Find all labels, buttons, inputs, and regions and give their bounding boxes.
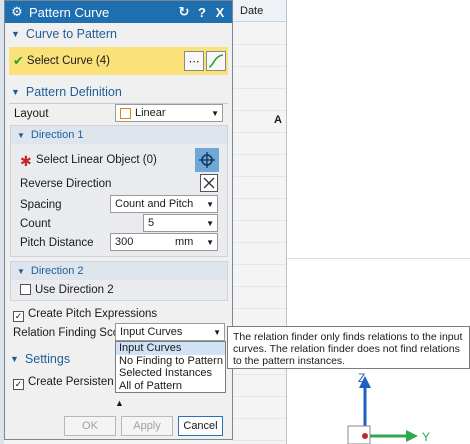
pitch-distance-label: Pitch Distance bbox=[20, 237, 94, 249]
chevron-down-icon: ▼ bbox=[206, 200, 214, 209]
spacing-label: Spacing bbox=[20, 199, 62, 211]
use-direction2-checkbox[interactable] bbox=[20, 284, 31, 298]
curve-icon[interactable] bbox=[206, 51, 226, 71]
create-persistent-checkbox[interactable]: ✓ bbox=[13, 376, 24, 390]
coordinate-triad: Z Y bbox=[347, 371, 430, 444]
checkbox-icon bbox=[20, 284, 31, 295]
use-direction2-label: Use Direction 2 bbox=[35, 284, 114, 296]
gear-icon[interactable]: ⚙ bbox=[9, 4, 25, 20]
layout-label: Layout bbox=[14, 108, 49, 120]
cancel-button[interactable]: Cancel bbox=[178, 416, 223, 436]
spacing-select[interactable]: Count and Pitch ▼ bbox=[110, 195, 218, 213]
select-curve-row[interactable]: ✔ Select Curve (4) ⋯ bbox=[9, 47, 228, 75]
dropdown-option[interactable]: Selected Instances bbox=[116, 367, 225, 380]
help-button[interactable]: ? bbox=[194, 5, 210, 20]
pattern-definition-header[interactable]: ▼ Pattern Definition bbox=[5, 81, 232, 103]
ok-button[interactable]: OK bbox=[64, 416, 116, 436]
crosshair-icon[interactable] bbox=[195, 148, 219, 172]
layout-icon bbox=[120, 107, 131, 119]
required-star-icon: ✱ bbox=[20, 153, 32, 169]
create-persistent-label: Create Persistent Rela bbox=[28, 376, 114, 388]
layout-value: Linear bbox=[135, 107, 166, 119]
reverse-direction-icon[interactable] bbox=[200, 174, 218, 192]
dropdown-option[interactable]: No Finding to Pattern bbox=[116, 355, 225, 368]
count-value: 5 bbox=[148, 217, 155, 229]
collapse-triangle-icon: ▼ bbox=[11, 87, 20, 97]
background-marker: A bbox=[274, 114, 282, 126]
create-pitch-label: Create Pitch Expressions bbox=[28, 308, 158, 320]
dialog-titlebar[interactable]: ⚙ Pattern Curve ↻ ? X bbox=[5, 1, 232, 23]
y-axis-label: Y bbox=[422, 430, 430, 444]
direction1-title: Direction 1 bbox=[30, 129, 84, 141]
dropdown-option[interactable]: All of Pattern bbox=[116, 380, 225, 393]
direction2-header[interactable]: ▼ Direction 2 bbox=[11, 262, 227, 280]
checkmark-icon: ✓ bbox=[13, 379, 24, 390]
apply-button[interactable]: Apply bbox=[121, 416, 173, 436]
collapse-up-icon[interactable]: ▲ bbox=[115, 398, 124, 408]
checkmark-icon: ✓ bbox=[13, 311, 24, 322]
y-axis-arrow bbox=[406, 430, 418, 442]
relation-scope-dropdown: Input Curves No Finding to Pattern Selec… bbox=[115, 341, 226, 393]
settings-title: Settings bbox=[24, 352, 71, 366]
layout-select[interactable]: Linear ▼ bbox=[115, 104, 223, 122]
pitch-distance-input[interactable]: 300 mm ▼ bbox=[110, 233, 218, 251]
tooltip: The relation finder only finds relations… bbox=[227, 326, 470, 369]
reverse-direction-label: Reverse Direction bbox=[20, 178, 112, 190]
origin-point bbox=[362, 433, 368, 439]
collapse-triangle-icon: ▼ bbox=[17, 130, 25, 140]
dropdown-option[interactable]: Input Curves bbox=[116, 342, 225, 355]
close-button[interactable]: X bbox=[212, 5, 228, 20]
pitch-distance-value: 300 bbox=[115, 236, 134, 248]
viewport-divider bbox=[286, 0, 287, 444]
relation-scope-select[interactable]: Input Curves ▼ bbox=[115, 323, 225, 341]
chevron-down-icon: ▼ bbox=[213, 328, 221, 337]
count-input[interactable]: 5 ▼ bbox=[143, 214, 218, 232]
direction2-title: Direction 2 bbox=[30, 265, 84, 277]
pitch-distance-unit: mm bbox=[175, 236, 194, 248]
chevron-down-icon[interactable]: ▼ bbox=[206, 219, 214, 228]
reset-button[interactable]: ↻ bbox=[176, 4, 192, 20]
checkmark-icon: ✔ bbox=[13, 53, 24, 68]
background-column-header[interactable]: Date bbox=[232, 0, 287, 22]
viewport-line bbox=[287, 258, 470, 259]
chevron-down-icon[interactable]: ▼ bbox=[206, 238, 214, 247]
dialog-title: Pattern Curve bbox=[29, 4, 110, 20]
chevron-down-icon: ▼ bbox=[211, 109, 219, 118]
create-pitch-checkbox[interactable]: ✓ bbox=[13, 308, 24, 322]
relation-scope-value: Input Curves bbox=[120, 326, 183, 338]
select-curve-label: Select Curve (4) bbox=[26, 55, 110, 67]
count-label: Count bbox=[20, 218, 51, 230]
select-linear-object-label[interactable]: Select Linear Object (0) bbox=[36, 154, 157, 166]
spacing-value: Count and Pitch bbox=[115, 198, 194, 210]
collapse-triangle-icon: ▼ bbox=[11, 29, 20, 39]
z-axis-label: Z bbox=[358, 371, 365, 385]
collapse-triangle-icon: ▼ bbox=[10, 354, 19, 364]
direction1-header[interactable]: ▼ Direction 1 bbox=[11, 126, 227, 144]
curve-to-pattern-title: Curve to Pattern bbox=[25, 27, 117, 41]
curve-to-pattern-header[interactable]: ▼ Curve to Pattern bbox=[5, 23, 232, 45]
settings-header[interactable]: ▼ Settings bbox=[10, 352, 120, 366]
more-options-icon[interactable]: ⋯ bbox=[184, 51, 204, 71]
collapse-triangle-icon: ▼ bbox=[17, 266, 25, 276]
background-grid bbox=[232, 23, 286, 444]
pattern-definition-title: Pattern Definition bbox=[25, 85, 122, 99]
